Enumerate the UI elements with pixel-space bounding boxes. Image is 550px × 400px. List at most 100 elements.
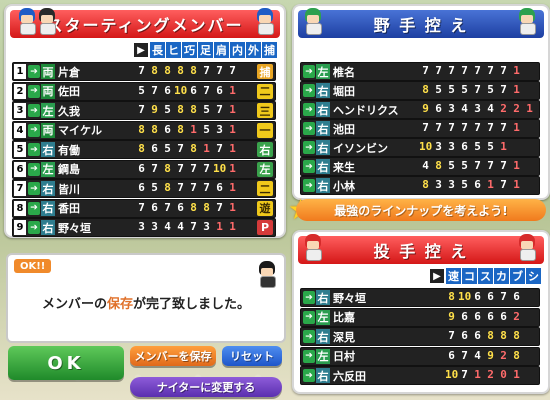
player-stats: 10 3 3 6 5 5 1	[419, 140, 510, 153]
stat-value: 1	[513, 121, 520, 134]
pitcher-row[interactable]: ➔ 左日村 6 7 4 9 2 8	[300, 346, 540, 366]
stat-value: 6	[138, 181, 145, 194]
pitcher-stats: 8 10 6 6 7 6	[445, 290, 523, 303]
pitchers-header: 投 手 控 え	[298, 236, 544, 264]
pitcher-row[interactable]: ➔ 右六反田 10 7 1 2 0 1	[300, 366, 540, 385]
stat-value: 6	[216, 83, 223, 97]
pitcher-column-header-5[interactable]: シ	[526, 268, 542, 284]
stat-value: 8	[513, 348, 520, 362]
column-header-3[interactable]: 足	[198, 42, 214, 58]
lineup-row[interactable]: 4 ➔ 両マイケル 8 8 6 8 1 5 3 1 一	[12, 120, 276, 140]
swap-arrow-icon[interactable]: ➔	[28, 221, 40, 234]
lineup-row[interactable]: 1 ➔ 両片倉 7 8 8 8 8 7 7 7 捕	[12, 62, 276, 81]
swap-arrow-icon[interactable]: ➔	[303, 160, 315, 173]
pitcher-column-header-0[interactable]: 速	[446, 268, 462, 284]
bench-row[interactable]: ➔ 左椎名 7 7 7 7 7 7 7 1	[300, 62, 540, 81]
column-header-4[interactable]: 肩	[214, 42, 230, 58]
sort-arrow-icon[interactable]: ▶	[134, 43, 148, 57]
pitcher-column-header-4[interactable]: ブ	[510, 268, 526, 284]
ok-button[interactable]: OK	[8, 346, 124, 380]
swap-arrow-icon[interactable]: ➔	[303, 310, 315, 324]
sort-arrow-icon[interactable]: ▶	[430, 269, 444, 283]
stat-value: 10	[445, 368, 459, 381]
column-header-5[interactable]: 内	[230, 42, 246, 58]
stat-value: 8	[190, 200, 197, 214]
player-name: 香田	[58, 202, 80, 215]
swap-arrow-icon[interactable]: ➔	[303, 141, 315, 154]
column-header-1[interactable]: ヒ	[166, 42, 182, 58]
swap-arrow-icon[interactable]: ➔	[28, 84, 40, 98]
stat-value: 9	[487, 348, 494, 362]
swap-arrow-icon[interactable]: ➔	[303, 179, 315, 192]
pitcher-row[interactable]: ➔ 左比嘉 9 6 6 6 6 2	[300, 307, 540, 327]
bench-row[interactable]: ➔ 右来生 4 8 5 5 7 7 7 1	[300, 157, 540, 176]
swap-arrow-icon[interactable]: ➔	[303, 122, 315, 135]
batting-order-number: 7	[14, 181, 26, 196]
message-box: OK!! メンバーの保存が完了致しました。	[6, 253, 286, 343]
lineup-row[interactable]: 6 ➔ 左鋼島 6 7 8 7 7 7 10 1 左	[12, 159, 276, 179]
player-stats: 76768871	[135, 201, 239, 214]
swap-arrow-icon[interactable]: ➔	[28, 162, 40, 176]
stat-value: 7	[500, 178, 507, 191]
stat-value: 6	[164, 83, 171, 97]
swap-arrow-icon[interactable]: ➔	[303, 84, 315, 97]
lineup-row[interactable]: 9 ➔ 右野々垣 3 3 4 4 7 3 1 1 P	[12, 218, 276, 237]
swap-arrow-icon[interactable]: ➔	[303, 369, 315, 382]
batting-order-number: 4	[14, 122, 26, 138]
swap-arrow-icon[interactable]: ➔	[303, 330, 315, 343]
night-game-button[interactable]: ナイターに変更する	[130, 377, 282, 397]
stat-value: 7	[177, 181, 184, 194]
lineup-row[interactable]: 7 ➔ 右皆川 6 5 8 7 7 7 6 1 二	[12, 179, 276, 198]
pitcher-column-header-3[interactable]: カ	[494, 268, 510, 284]
lineup-row[interactable]: 8 ➔ 右香田 7 6 7 6 8 8 7 1 遊	[12, 198, 276, 218]
bench-row[interactable]: ➔ 右池田 7 7 7 7 7 7 7 1	[300, 119, 540, 138]
swap-arrow-icon[interactable]: ➔	[28, 65, 40, 78]
swap-arrow-icon[interactable]: ➔	[28, 104, 40, 117]
pitcher-column-header-1[interactable]: コ	[462, 268, 478, 284]
player-name: 久我	[58, 104, 80, 118]
lineup-row[interactable]: 5 ➔ 右有働 8 6 5 7 8 1 7 1 右	[12, 140, 276, 159]
lineup-row[interactable]: 3 ➔ 左久我 7 9 5 8 8 5 7 1 三	[12, 101, 276, 120]
stat-value: 1	[216, 220, 223, 233]
pitcher-name: 深見	[333, 330, 355, 344]
stat-value: 1	[500, 140, 507, 153]
swap-arrow-icon[interactable]: ➔	[303, 291, 315, 304]
player-name: 来生	[333, 160, 355, 174]
stat-value: 6	[487, 309, 494, 323]
stat-value: 5	[448, 159, 455, 172]
player-name: ヘンドリクス	[333, 103, 399, 117]
column-header-2[interactable]: 巧	[182, 42, 198, 58]
save-members-button[interactable]: メンバーを保存	[130, 346, 216, 366]
position-badge: P	[257, 220, 273, 235]
swap-arrow-icon[interactable]: ➔	[303, 349, 315, 363]
bench-row[interactable]: ➔ 右小林 8 3 3 5 6 1 7 1	[300, 176, 540, 195]
stat-value: 10	[174, 83, 188, 97]
bench-row[interactable]: ➔ 右イソンビン 10 3 3 6 5 5 1	[300, 138, 540, 157]
column-header-0[interactable]: 長	[150, 42, 166, 58]
stat-value: 7	[190, 220, 197, 233]
bench-row[interactable]: ➔ 右ヘンドリクス 9 6 3 4 3 4 2 2 1	[300, 100, 540, 119]
pitcher-column-header-2[interactable]: ス	[478, 268, 494, 284]
column-header-7[interactable]: 捕	[262, 42, 278, 58]
stat-value: 9	[151, 103, 158, 116]
stat-value: 5	[474, 140, 481, 153]
pitcher-row[interactable]: ➔ 右野々垣 8 10 6 6 7 6	[300, 288, 540, 307]
swap-arrow-icon[interactable]: ➔	[28, 143, 40, 156]
player-name: 椎名	[333, 65, 355, 79]
bench-row[interactable]: ➔ 右堀田 8 5 5 5 7 5 7 1	[300, 81, 540, 100]
stat-value: 8	[164, 64, 171, 77]
swap-arrow-icon[interactable]: ➔	[28, 201, 40, 215]
swap-arrow-icon[interactable]: ➔	[28, 123, 40, 137]
swap-arrow-icon[interactable]: ➔	[303, 103, 315, 116]
lineup-row[interactable]: 2 ➔ 両佐田 5 7 6 10 6 7 6 1 二	[12, 81, 276, 101]
stat-value: 7	[487, 64, 494, 77]
pitcher-row[interactable]: ➔ 右深見 7 6 6 8 8 8	[300, 327, 540, 346]
stat-value: 4	[164, 220, 171, 233]
stat-value: 1	[190, 122, 197, 136]
swap-arrow-icon[interactable]: ➔	[303, 65, 315, 78]
starting-lineup-title: スターティングメンバー	[46, 16, 244, 35]
stat-value: 5	[487, 83, 494, 96]
column-header-6[interactable]: 外	[246, 42, 262, 58]
swap-arrow-icon[interactable]: ➔	[28, 182, 40, 195]
reset-button[interactable]: リセット	[222, 346, 282, 366]
